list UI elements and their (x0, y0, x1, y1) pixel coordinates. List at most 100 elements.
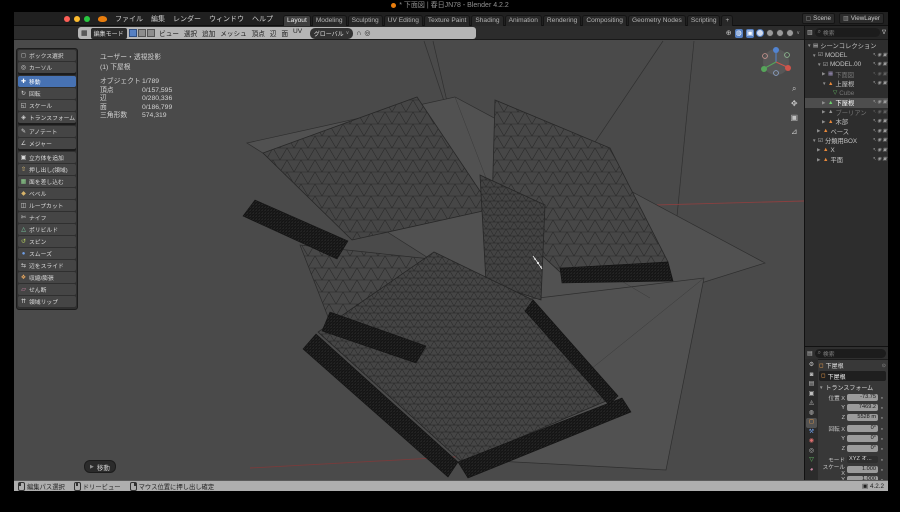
workspace-tab[interactable]: Layout (283, 15, 311, 26)
tool-button[interactable]: ✎ アノテート (18, 126, 76, 137)
tool-button[interactable]: ◎ カーソル (18, 62, 76, 73)
snap-magnet-icon[interactable]: ∩ (356, 30, 361, 37)
tool-button[interactable]: ↻ 回転 (18, 88, 76, 99)
editor-type-icon[interactable]: ▦ (81, 29, 88, 37)
hide-viewport-icon[interactable]: ◉ (877, 138, 881, 143)
properties-tab[interactable]: ⚙ (806, 361, 817, 371)
number-field[interactable]: 0° (847, 445, 878, 453)
hide-viewport-icon[interactable]: ◉ (877, 110, 881, 115)
properties-tab[interactable]: ⚒ (806, 428, 817, 438)
selectable-icon[interactable]: ↖ (872, 148, 876, 153)
outliner-search-input[interactable]: ⌕ 検索 (815, 28, 880, 37)
3d-viewport[interactable]: ユーザー・透視投影 (1) 下屋根 オブジェクト 1/789 頂点 0/157,… (14, 40, 804, 480)
tool-button[interactable]: ● スムーズ (18, 248, 76, 259)
outliner-row[interactable]: ▽ Cube ↖ ◉ ▣ (805, 89, 888, 99)
viewport-menu-item[interactable]: 追加 (200, 28, 218, 38)
hide-render-icon[interactable]: ▣ (882, 81, 887, 86)
decorate-icon[interactable]: ● (881, 415, 883, 420)
hide-viewport-icon[interactable]: ◉ (877, 148, 881, 153)
xray-toggle-icon[interactable]: ▣ (746, 29, 755, 38)
properties-tab[interactable]: ▽ (806, 456, 817, 466)
outliner-row[interactable]: ▶ ▲ 木部 ↖ ◉ ▣ (805, 117, 888, 127)
hide-render-icon[interactable]: ▣ (882, 72, 887, 77)
outliner-row[interactable]: ▶ ▦ 下面図 ↖ ◉ ▣ (805, 70, 888, 80)
hide-viewport-icon[interactable]: ◉ (877, 72, 881, 77)
viewport-menu-item[interactable]: UV (291, 28, 305, 38)
outliner-row[interactable]: ▶ ▲ X ↖ ◉ ▣ (805, 146, 888, 156)
number-field[interactable]: -73.75 (847, 394, 878, 402)
hide-viewport-icon[interactable]: ◉ (877, 81, 881, 86)
properties-tab[interactable]: ▤ (806, 380, 817, 390)
tool-button[interactable]: ◆ ベベル (18, 188, 76, 199)
outliner-row[interactable]: ▶ ▲ 下屋根 ↖ ◉ ▣ (805, 98, 888, 108)
scene-selector[interactable]: ▢ Scene (802, 13, 836, 24)
viewport-menu-item[interactable]: ビュー (157, 28, 182, 38)
viewport-menu-item[interactable]: 頂点 (249, 28, 267, 38)
rotation-mode-dropdown[interactable]: XYZ オ... (847, 456, 878, 464)
tool-button[interactable]: ◈ トランスフォーム (18, 112, 76, 123)
outliner-item-name[interactable]: 下屋根 (835, 98, 872, 107)
outliner-item-name[interactable]: 平面 (830, 155, 872, 164)
viewport-menu-item[interactable]: メッシュ (218, 28, 249, 38)
outliner-row[interactable]: ▼ ☑ MODEL.00 ↖ ◉ ▣ (805, 60, 888, 70)
tool-button[interactable]: ⇆ 辺をスライド (18, 260, 76, 271)
outliner-item-name[interactable]: ブーリアン (835, 108, 872, 117)
properties-tab[interactable]: ◍ (806, 409, 817, 419)
edge-select-button[interactable] (138, 29, 146, 37)
navigation-gizmo[interactable] (761, 47, 791, 75)
outliner-row[interactable]: ▶ ▲ ベース ↖ ◉ ▣ (805, 127, 888, 137)
shading-rendered-button[interactable] (786, 29, 794, 37)
workspace-tab[interactable]: Shading (471, 15, 503, 26)
topbar-menu-item[interactable]: ヘルプ (248, 14, 277, 24)
shading-dropdown-icon[interactable]: ∨ (796, 30, 800, 36)
tool-button[interactable]: ▱ せん断 (18, 284, 76, 295)
tool-button[interactable]: ✄ ナイフ (18, 212, 76, 223)
workspace-tab[interactable]: + (721, 15, 733, 26)
properties-tab[interactable]: ◻ (806, 418, 817, 428)
hide-viewport-icon[interactable]: ◉ (877, 129, 881, 134)
close-window-button[interactable] (64, 16, 70, 22)
selectable-icon[interactable]: ↖ (872, 72, 876, 77)
minimize-window-button[interactable] (74, 16, 80, 22)
outliner-item-name[interactable]: シーンコレクション (820, 41, 887, 50)
decorate-icon[interactable]: ● (881, 467, 883, 472)
workspace-tab[interactable]: Compositing (582, 15, 627, 26)
properties-tab[interactable]: ◉ (806, 437, 817, 447)
outliner-row[interactable]: ▶ ▲ ブーリアン ↖ ◉ ▣ (805, 108, 888, 118)
topbar-menu-item[interactable]: ウィンドウ (205, 14, 248, 24)
outliner-row[interactable]: ▼ ☑ MODEL ↖ ◉ ▣ (805, 51, 888, 61)
properties-tab[interactable]: ◎ (806, 447, 817, 457)
tool-button[interactable]: ◱ スケール (18, 100, 76, 111)
viewport-menu-item[interactable]: 選択 (181, 28, 199, 38)
operator-panel[interactable]: ▶ 移動 (84, 460, 116, 473)
outliner-item-name[interactable]: 下面図 (835, 70, 872, 79)
outliner-item-name[interactable]: MODEL (825, 52, 872, 59)
selectable-icon[interactable]: ↖ (872, 81, 876, 86)
tool-button[interactable]: ↺ スピン (18, 236, 76, 247)
tool-button[interactable]: ◫ ループカット (18, 200, 76, 211)
properties-tab[interactable]: ◬ (806, 399, 817, 409)
hide-viewport-icon[interactable]: ◉ (877, 62, 881, 67)
topbar-menu-item[interactable]: レンダー (169, 14, 205, 24)
face-select-button[interactable] (147, 29, 155, 37)
transform-orientation-dropdown[interactable]: グローバル∨ (310, 28, 354, 39)
fullscreen-window-button[interactable] (84, 16, 90, 22)
decorate-icon[interactable]: ● (881, 436, 883, 441)
outliner-item-name[interactable]: 上屋根 (835, 79, 872, 88)
tool-button[interactable]: △ ポリビルド (18, 224, 76, 235)
outliner-row[interactable]: ▼ ▲ 上屋根 ↖ ◉ ▣ (805, 79, 888, 89)
zoom-icon[interactable]: ⌕ (790, 84, 798, 94)
workspace-tab[interactable]: Animation (505, 15, 542, 26)
decorate-icon[interactable]: ● (881, 457, 883, 462)
outliner-item-name[interactable]: MODEL.00 (830, 61, 872, 68)
view-layer-selector[interactable]: ▥ ViewLayer (839, 13, 884, 24)
tool-button[interactable]: ⇧ 押し出し(領域) (18, 164, 76, 175)
hide-viewport-icon[interactable]: ◉ (877, 100, 881, 105)
workspace-tab[interactable]: Texture Paint (424, 15, 470, 26)
decorate-icon[interactable]: ● (881, 426, 883, 431)
tool-button[interactable]: ✚ 移動 (18, 76, 76, 87)
hide-viewport-icon[interactable]: ◉ (877, 119, 881, 124)
tool-button[interactable]: ∠ メジャー (18, 138, 76, 149)
z-axis-ball[interactable] (773, 47, 779, 53)
selectable-icon[interactable]: ↖ (872, 157, 876, 162)
